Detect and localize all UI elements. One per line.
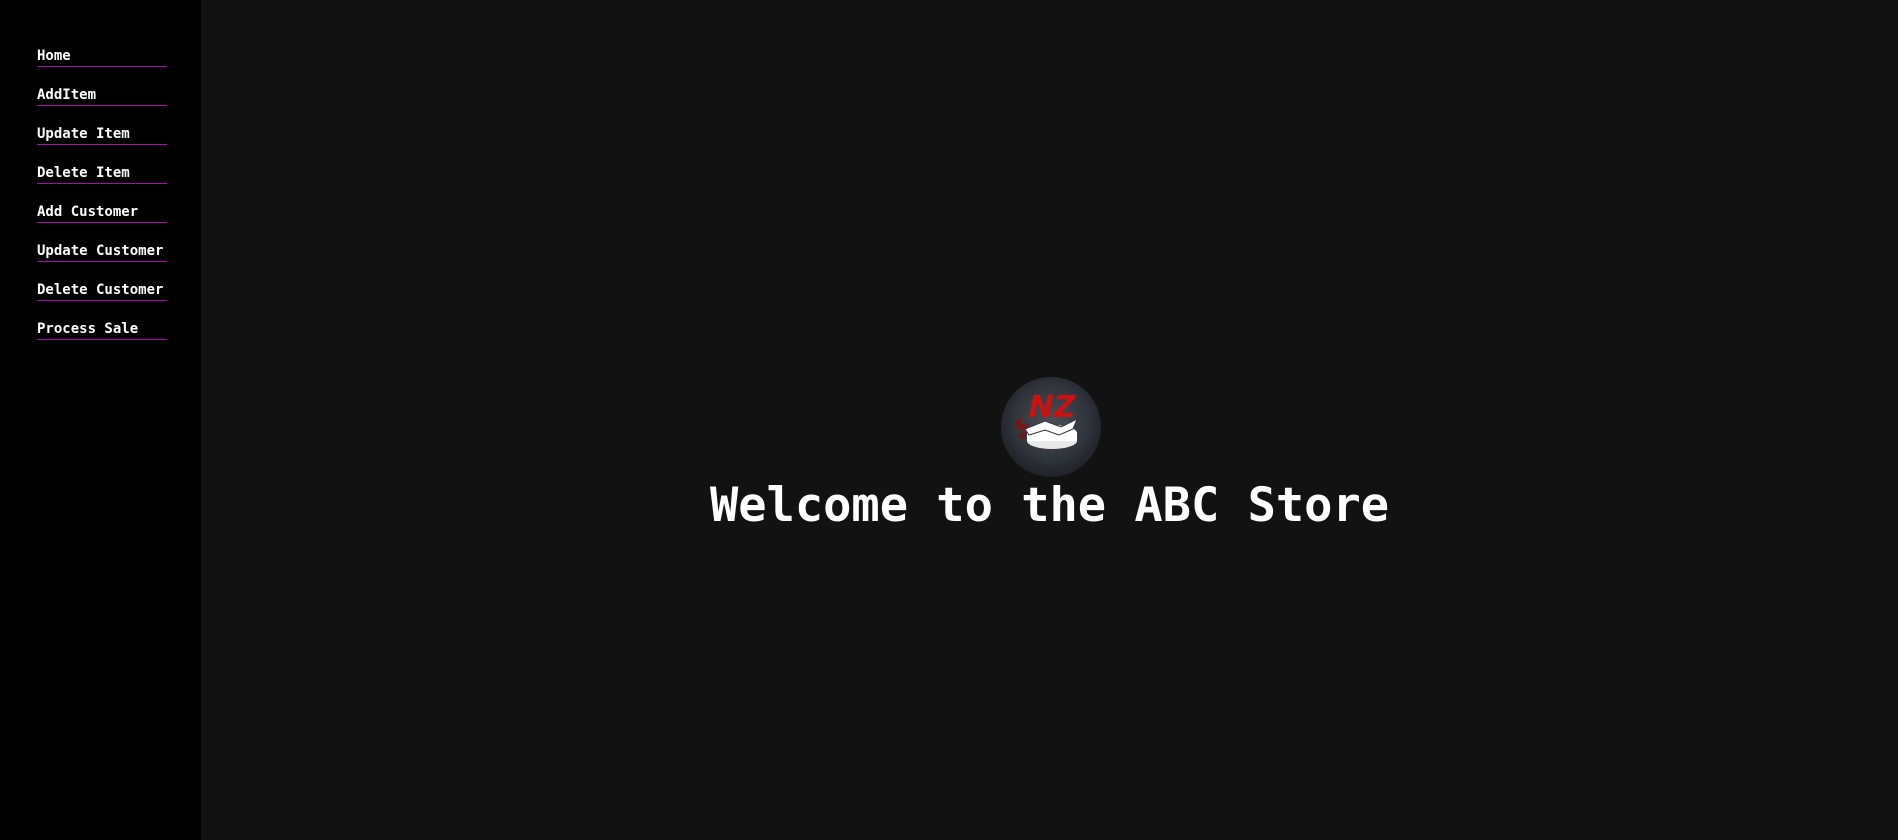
sidebar-item-update-customer: Update Customer xyxy=(37,242,167,281)
sidebar-item-delete-customer: Delete Customer xyxy=(37,281,167,320)
app-window: Home AddItem Update Item Delete Item Add… xyxy=(0,0,1898,840)
sidebar-item-home: Home xyxy=(37,47,167,86)
nav-link-add-item[interactable]: AddItem xyxy=(37,86,167,106)
sidebar-item-add-customer: Add Customer xyxy=(37,203,167,242)
nav-link-delete-item[interactable]: Delete Item xyxy=(37,164,167,184)
store-logo-icon: NZ xyxy=(1001,377,1101,477)
nav-link-delete-customer[interactable]: Delete Customer xyxy=(37,281,167,301)
sidebar-item-delete-item: Delete Item xyxy=(37,164,167,203)
nav-link-update-customer[interactable]: Update Customer xyxy=(37,242,167,262)
nav-link-process-sale[interactable]: Process Sale xyxy=(37,320,167,340)
nav-link-update-item[interactable]: Update Item xyxy=(37,125,167,145)
sidebar: Home AddItem Update Item Delete Item Add… xyxy=(0,0,201,840)
svg-text:NZ: NZ xyxy=(1029,390,1077,425)
main-content: NZ Welcome to the ABC Store xyxy=(201,0,1898,840)
nav-link-home[interactable]: Home xyxy=(37,47,167,67)
sidebar-item-process-sale: Process Sale xyxy=(37,320,167,359)
nav-link-add-customer[interactable]: Add Customer xyxy=(37,203,167,223)
sidebar-item-additem: AddItem xyxy=(37,86,167,125)
sidebar-nav: Home AddItem Update Item Delete Item Add… xyxy=(37,47,167,359)
sidebar-item-update-item: Update Item xyxy=(37,125,167,164)
welcome-heading: Welcome to the ABC Store xyxy=(709,478,1390,533)
